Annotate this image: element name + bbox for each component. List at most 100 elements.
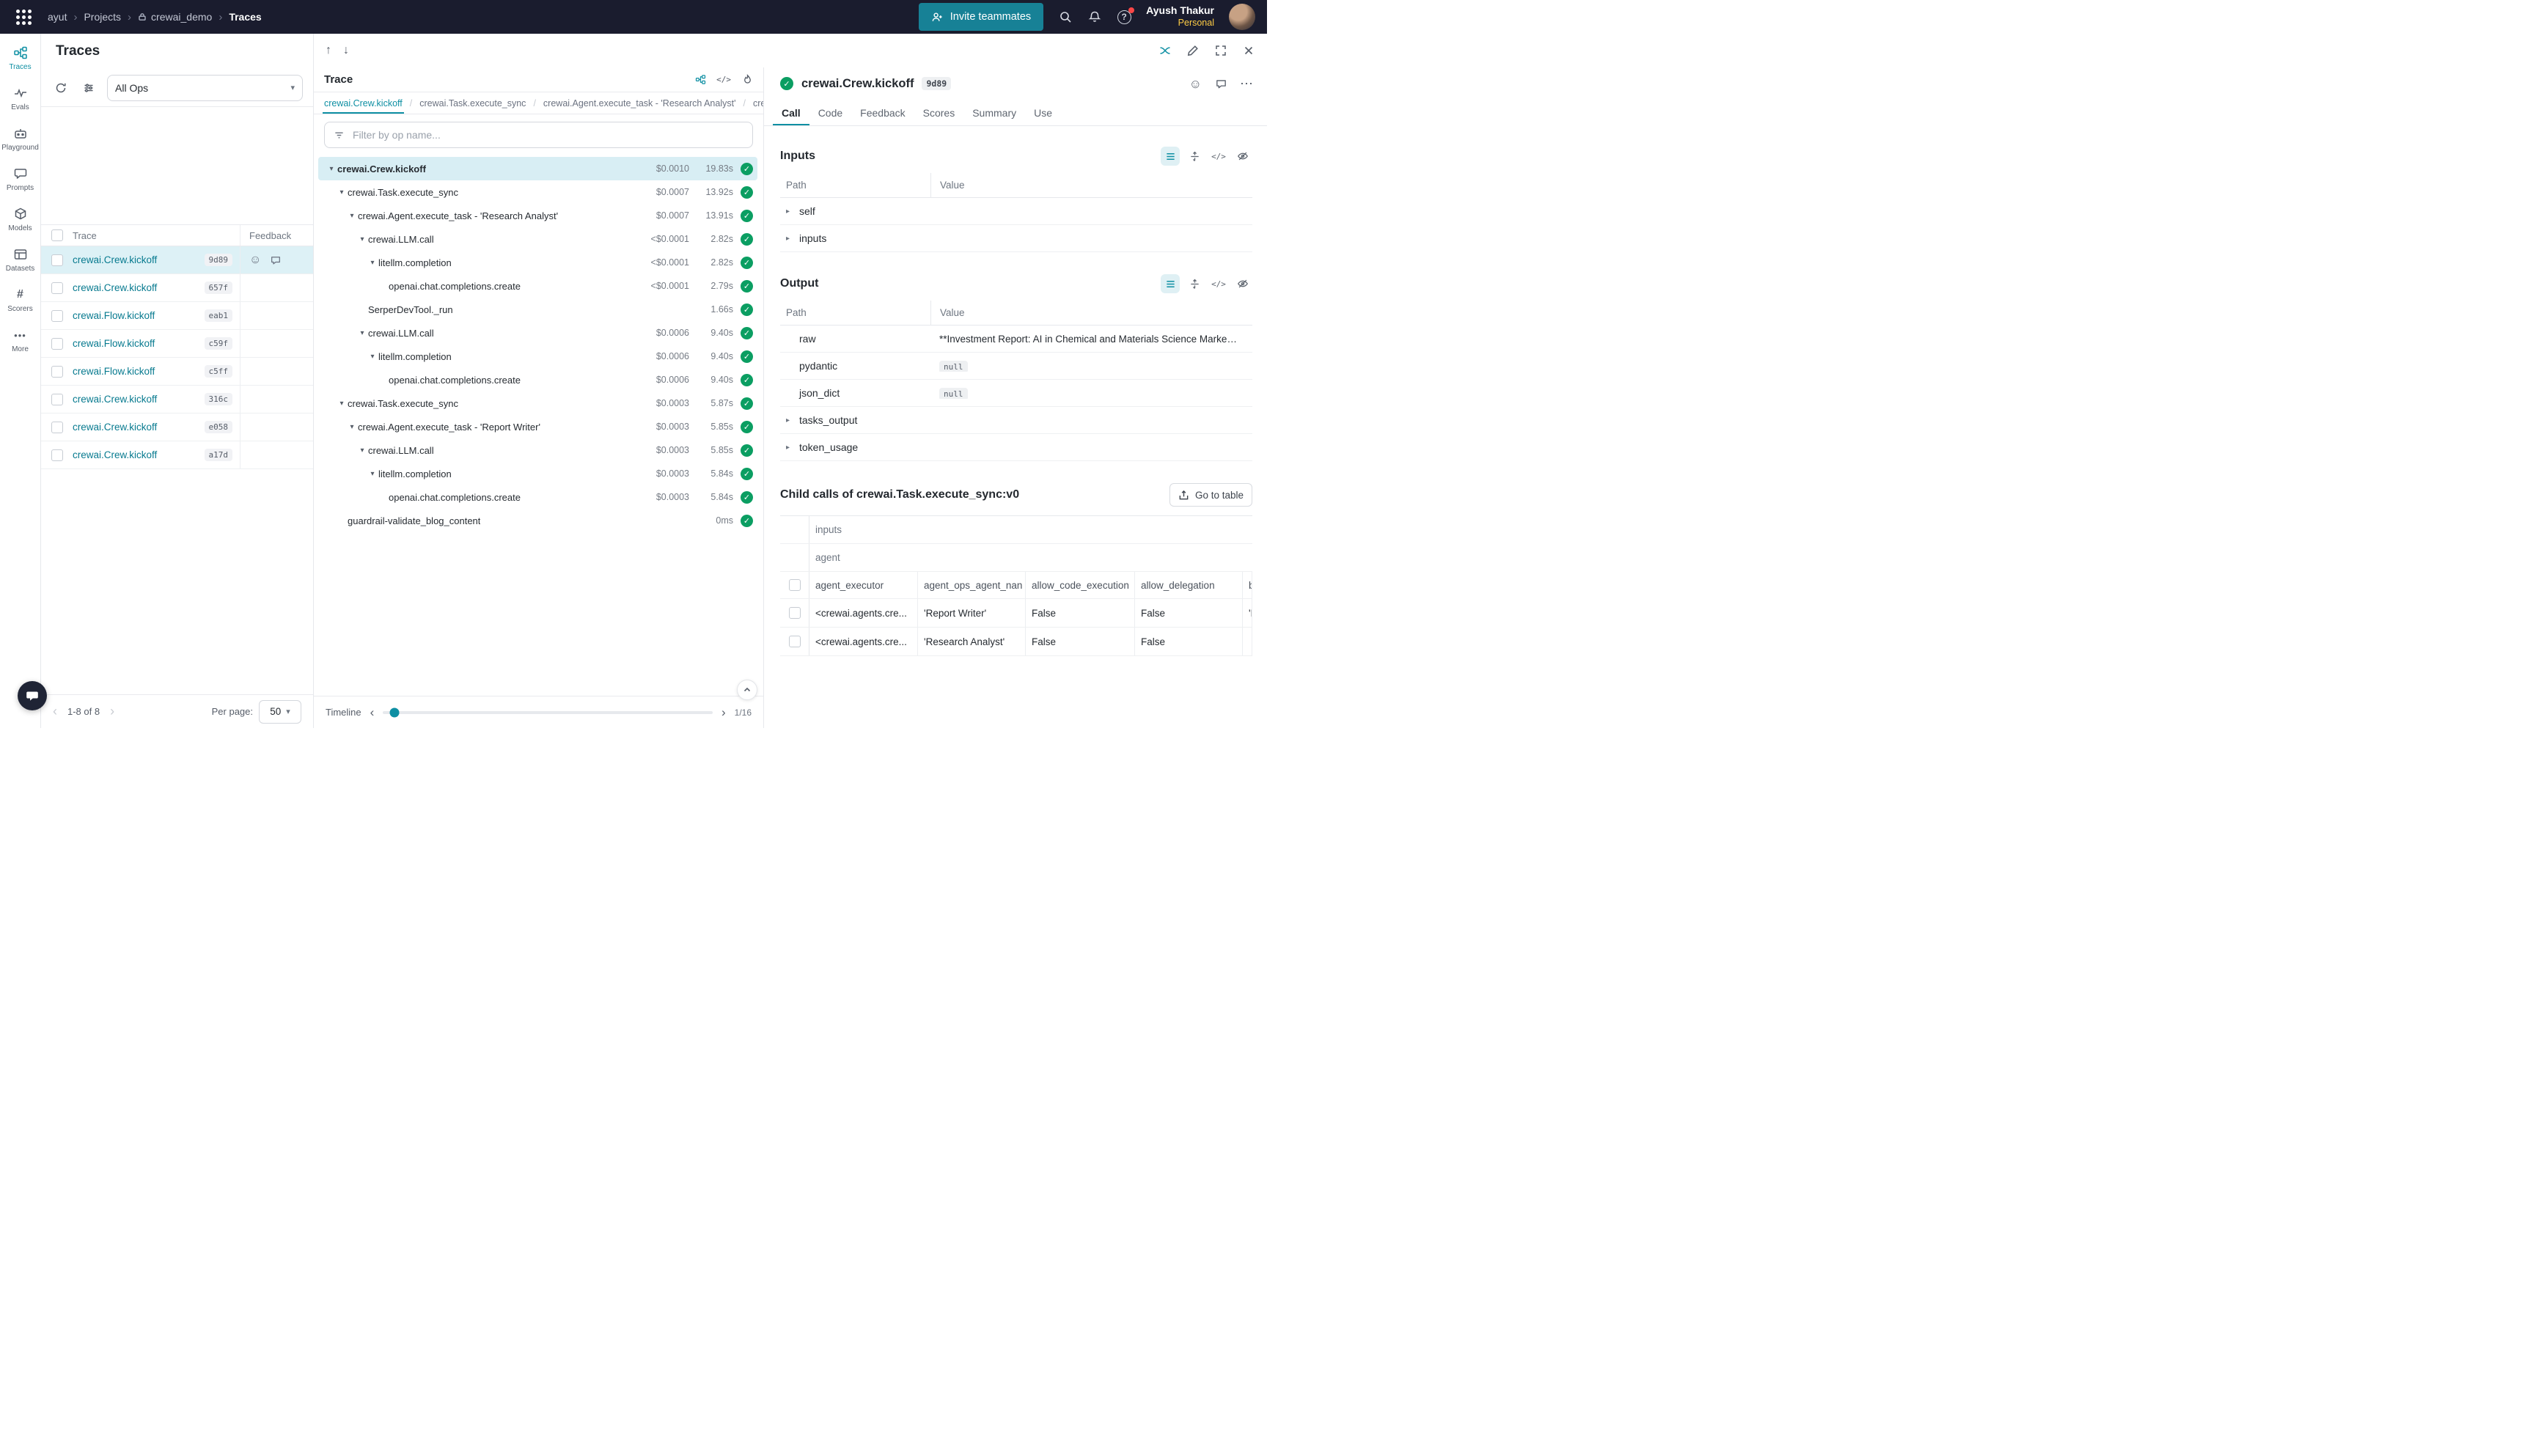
trace-tree-row[interactable]: ▾crewai.LLM.call$0.00035.85s✓ xyxy=(318,438,757,462)
fullscreen-icon[interactable] xyxy=(1214,44,1227,57)
trace-name-link[interactable]: crewai.Crew.kickoff xyxy=(73,449,157,460)
flame-view-icon[interactable] xyxy=(741,74,753,86)
trace-row[interactable]: crewai.Flow.kickoffeab1 xyxy=(41,302,313,330)
hide-values-icon[interactable] xyxy=(1233,147,1252,166)
tab-code[interactable]: Code xyxy=(809,100,851,125)
chevron-down-icon[interactable]: ▾ xyxy=(367,470,378,478)
sidebar-item-prompts[interactable]: Prompts xyxy=(1,162,40,196)
next-call-icon[interactable]: ↓ xyxy=(343,44,349,57)
user-menu[interactable]: Ayush Thakur Personal xyxy=(1146,4,1214,29)
trace-name-link[interactable]: crewai.Crew.kickoff xyxy=(73,282,157,293)
chevron-right-icon[interactable]: ▸ xyxy=(786,444,799,452)
prev-page-icon[interactable]: ‹ xyxy=(53,704,67,719)
tab-summary[interactable]: Summary xyxy=(963,100,1025,125)
sidebar-item-traces[interactable]: Traces xyxy=(1,41,40,76)
edit-icon[interactable] xyxy=(1186,44,1200,57)
feedback-smiley-icon[interactable]: ☺ xyxy=(249,254,261,267)
trace-tree-row[interactable]: ▾litellm.completion$0.00035.84s✓ xyxy=(318,462,757,485)
trace-tree-row[interactable]: ▾crewai.Task.execute_sync$0.00035.87s✓ xyxy=(318,391,757,415)
timeline-mode-label[interactable]: Timeline xyxy=(326,707,361,718)
chevron-right-icon[interactable]: ▸ xyxy=(786,207,799,216)
breadcrumb-project[interactable]: crewai_demo xyxy=(138,11,212,23)
chevron-down-icon[interactable]: ▾ xyxy=(367,259,378,267)
next-page-icon[interactable]: › xyxy=(100,704,125,719)
trace-row[interactable]: crewai.Crew.kickoffa17d xyxy=(41,441,313,469)
sidebar-item-playground[interactable]: Playground xyxy=(1,122,40,156)
trace-name-link[interactable]: crewai.Flow.kickoff xyxy=(73,310,155,321)
kv-path[interactable]: ▸tasks_output xyxy=(780,414,930,426)
trace-name-link[interactable]: crewai.Flow.kickoff xyxy=(73,366,155,377)
hide-values-icon[interactable] xyxy=(1233,274,1252,293)
breadcrumb-current[interactable]: Traces xyxy=(229,11,261,23)
row-checkbox[interactable] xyxy=(51,394,63,405)
tab-use[interactable]: Use xyxy=(1025,100,1061,125)
trace-row[interactable]: crewai.Crew.kickoffe058 xyxy=(41,413,313,441)
trace-tree-toggle-icon[interactable] xyxy=(1158,44,1172,57)
chevron-down-icon[interactable]: ▾ xyxy=(367,353,378,361)
row-checkbox[interactable] xyxy=(51,254,63,266)
row-checkbox[interactable] xyxy=(51,338,63,350)
trace-name-link[interactable]: crewai.Crew.kickoff xyxy=(73,422,157,433)
ops-filter-select[interactable]: All Ops ▾ xyxy=(107,75,303,101)
prev-call-icon[interactable]: ↑ xyxy=(326,44,331,57)
chevron-down-icon[interactable]: ▾ xyxy=(336,400,348,408)
go-to-table-button[interactable]: Go to table xyxy=(1169,483,1252,507)
chevron-down-icon[interactable]: ▾ xyxy=(346,212,358,220)
chevron-down-icon[interactable]: ▾ xyxy=(356,235,368,243)
invite-teammates-button[interactable]: Invite teammates xyxy=(919,3,1043,31)
trace-path-tab[interactable]: crewai.LLM.cal xyxy=(752,92,763,114)
row-checkbox[interactable] xyxy=(51,422,63,433)
row-checkbox[interactable] xyxy=(51,282,63,294)
chevron-down-icon[interactable]: ▾ xyxy=(336,188,348,196)
child-call-row[interactable]: <crewai.agents.cre...'Research Analyst'F… xyxy=(780,628,1252,656)
list-view-icon[interactable] xyxy=(1161,147,1180,166)
trace-row[interactable]: crewai.Crew.kickoff316c xyxy=(41,386,313,413)
row-checkbox[interactable] xyxy=(789,607,801,619)
trace-tree-row[interactable]: SerperDevTool._run1.66s✓ xyxy=(318,298,757,321)
code-json-icon[interactable]: </> xyxy=(1209,147,1228,166)
chevron-right-icon[interactable]: ▸ xyxy=(786,235,799,243)
trace-tree-row[interactable]: ▾crewai.LLM.call<$0.00012.82s✓ xyxy=(318,227,757,251)
help-icon[interactable]: ? xyxy=(1117,10,1131,24)
expand-rows-icon[interactable] xyxy=(1185,147,1204,166)
trace-tree-row[interactable]: ▾litellm.completion$0.00069.40s✓ xyxy=(318,345,757,368)
child-call-row[interactable]: <crewai.agents.cre...'Report Writer'Fals… xyxy=(780,599,1252,628)
row-checkbox[interactable] xyxy=(51,366,63,378)
sidebar-item-scorers[interactable]: #Scorers xyxy=(1,283,40,317)
sidebar-item-more[interactable]: •••More xyxy=(1,323,40,358)
wandb-logo[interactable] xyxy=(16,10,32,25)
expand-rows-icon[interactable] xyxy=(1185,274,1204,293)
timeline-prev-icon[interactable]: ‹ xyxy=(370,705,375,720)
chevron-right-icon[interactable]: ▸ xyxy=(786,416,799,424)
breadcrumb-projects[interactable]: Projects xyxy=(84,11,121,23)
row-checkbox[interactable] xyxy=(789,636,801,647)
trace-row[interactable]: crewai.Flow.kickoffc5ff xyxy=(41,358,313,386)
code-json-icon[interactable]: </> xyxy=(1209,274,1228,293)
trace-row[interactable]: crewai.Flow.kickoffc59f xyxy=(41,330,313,358)
chevron-down-icon[interactable]: ▾ xyxy=(356,329,368,337)
trace-row[interactable]: crewai.Crew.kickoff9d89☺ xyxy=(41,246,313,274)
trace-path-tab[interactable]: crewai.Crew.kickoff xyxy=(323,92,404,114)
refresh-button[interactable] xyxy=(51,78,70,98)
kv-path[interactable]: ▸token_usage xyxy=(780,441,930,453)
list-view-icon[interactable] xyxy=(1161,274,1180,293)
timeline-slider-knob[interactable] xyxy=(390,707,400,717)
tab-call[interactable]: Call xyxy=(773,100,809,125)
row-checkbox[interactable] xyxy=(51,449,63,461)
code-view-icon[interactable]: </> xyxy=(716,75,731,84)
more-menu-icon[interactable]: ⋯ xyxy=(1240,76,1254,92)
trace-tree-row[interactable]: openai.chat.completions.create$0.00069.4… xyxy=(318,368,757,391)
timeline-slider[interactable] xyxy=(383,711,713,714)
row-checkbox[interactable] xyxy=(51,310,63,322)
trace-path-tab[interactable]: crewai.Task.execute_sync xyxy=(418,92,527,114)
trace-tree-row[interactable]: ▾litellm.completion<$0.00012.82s✓ xyxy=(318,251,757,274)
per-page-select[interactable]: 50 ▾ xyxy=(259,700,301,724)
trace-path-tab[interactable]: crewai.Agent.execute_task - 'Research An… xyxy=(542,92,738,114)
tree-view-icon[interactable] xyxy=(694,74,706,86)
collapse-timeline-button[interactable] xyxy=(737,680,757,700)
op-filter-input[interactable] xyxy=(351,128,743,141)
trace-name-link[interactable]: crewai.Crew.kickoff xyxy=(73,254,157,265)
trace-name-link[interactable]: crewai.Crew.kickoff xyxy=(73,394,157,405)
breadcrumb-entity[interactable]: ayut xyxy=(48,11,67,23)
trace-tree-row[interactable]: openai.chat.completions.create<$0.00012.… xyxy=(318,274,757,298)
